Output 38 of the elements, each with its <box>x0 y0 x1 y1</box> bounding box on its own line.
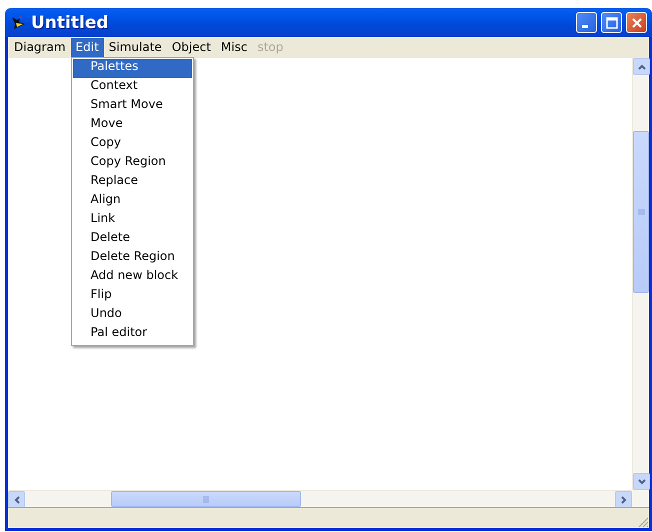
window-title: Untitled <box>31 12 110 32</box>
menu-item[interactable]: Simulate <box>104 38 167 57</box>
menu-item[interactable]: Palettes <box>72 59 192 78</box>
minimize-icon <box>582 25 588 28</box>
bird-icon <box>11 14 27 30</box>
menu-item[interactable]: Delete Region <box>72 249 192 268</box>
scroll-right-button[interactable] <box>615 491 632 508</box>
scroll-down-button[interactable] <box>633 473 650 490</box>
menu-item[interactable]: Edit <box>70 38 104 57</box>
menu-item[interactable]: Context <box>72 78 192 97</box>
menu-item[interactable]: Copy Region <box>72 154 192 173</box>
close-button[interactable] <box>626 12 647 33</box>
menu-item[interactable]: Add new block <box>72 268 192 287</box>
scroll-left-button[interactable] <box>8 491 25 508</box>
maximize-icon <box>606 16 618 28</box>
scroll-thumb[interactable] <box>111 491 301 507</box>
maximize-button[interactable] <box>601 12 622 33</box>
menu-item[interactable]: Copy <box>72 135 192 154</box>
menu-item[interactable]: Misc <box>216 38 252 57</box>
minimize-button[interactable] <box>576 12 597 33</box>
menu-item[interactable]: Delete <box>72 230 192 249</box>
menu-item[interactable]: Flip <box>72 287 192 306</box>
menu-item[interactable]: Undo <box>72 306 192 325</box>
scroll-thumb[interactable] <box>633 131 649 293</box>
menu-item[interactable]: Align <box>72 192 192 211</box>
close-icon <box>630 16 642 28</box>
horizontal-scrollbar[interactable] <box>8 490 632 507</box>
vertical-scrollbar[interactable] <box>632 58 649 490</box>
grip-icon <box>202 496 210 502</box>
menu-item[interactable]: Smart Move <box>72 97 192 116</box>
menu-item[interactable]: Diagram <box>9 38 71 57</box>
menu-item[interactable]: Move <box>72 116 192 135</box>
menu-item[interactable]: Link <box>72 211 192 230</box>
menu-item[interactable]: Pal editor <box>72 325 192 344</box>
menu-item[interactable]: Object <box>166 38 216 57</box>
menu-item[interactable]: Replace <box>72 173 192 192</box>
scroll-up-button[interactable] <box>633 58 650 75</box>
grip-icon <box>638 208 644 216</box>
